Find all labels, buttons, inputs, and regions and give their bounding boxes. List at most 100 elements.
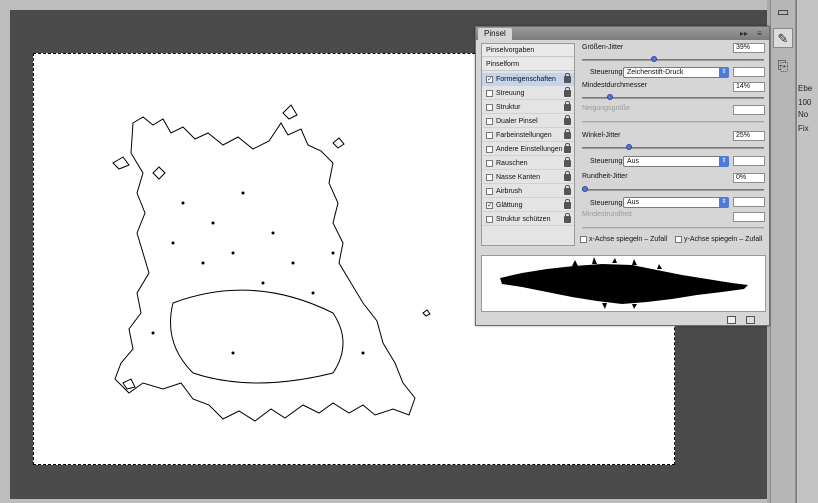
control-2-field[interactable] xyxy=(733,156,765,166)
lock-icon[interactable] xyxy=(564,185,571,195)
list-item-label: Struktur schützen xyxy=(496,216,551,223)
tab-brush[interactable]: Pinsel xyxy=(478,28,512,40)
control-label: Steuerung: xyxy=(590,69,625,76)
checkbox-icon[interactable] xyxy=(486,118,493,125)
chevron-down-icon: ⇕ xyxy=(719,197,729,208)
min-diameter-label: Mindestdurchmesser xyxy=(582,82,647,89)
list-item-dual-brush[interactable]: Dualer Pinsel xyxy=(482,115,574,128)
list-item-shape-dynamics[interactable]: ✓ Formeigenschaften xyxy=(482,73,574,86)
lock-icon[interactable] xyxy=(564,199,571,209)
flip-x-label: x-Achse spiegeln – Zufall xyxy=(589,236,668,243)
control-select-2-value: Aus xyxy=(627,158,640,165)
control-select-1[interactable]: Zeichenstift-Druck ⇕ xyxy=(623,67,729,78)
control-1-field[interactable] xyxy=(733,67,765,77)
lock-icon[interactable] xyxy=(564,115,571,125)
list-item-label: Rauschen xyxy=(496,160,528,167)
list-item-smoothing[interactable]: ✓ Glättung xyxy=(482,199,574,212)
brush-stroke-preview xyxy=(481,255,766,312)
min-diameter-field[interactable]: 14% xyxy=(733,82,765,92)
chevron-down-icon: ⇕ xyxy=(719,67,729,78)
list-item-color-dynamics[interactable]: Farbeinstellungen xyxy=(482,129,574,142)
checkbox-icon[interactable] xyxy=(486,160,493,167)
list-item-other-dynamics[interactable]: Andere Einstellungen xyxy=(482,143,574,156)
trash-icon[interactable] xyxy=(746,316,755,324)
checkbox-icon[interactable] xyxy=(486,90,493,97)
control-3-field[interactable] xyxy=(733,197,765,207)
control-select-2[interactable]: Aus ⇕ xyxy=(623,156,729,167)
list-item-protect-texture[interactable]: Struktur schützen xyxy=(482,213,574,226)
panel-tabbar xyxy=(476,27,769,40)
layers-panel-edge xyxy=(796,0,818,503)
checkbox-icon[interactable] xyxy=(486,188,493,195)
list-item-label: Dualer Pinsel xyxy=(496,118,538,125)
tilt-scale-field[interactable] xyxy=(733,105,765,115)
clone-source-icon[interactable]: ⎘ xyxy=(773,56,793,76)
lock-icon[interactable] xyxy=(564,143,571,153)
side-label-zoom: 100 xyxy=(798,98,812,107)
min-roundness-slider[interactable] xyxy=(582,227,764,229)
list-item-noise[interactable]: Rauschen xyxy=(482,157,574,170)
size-jitter-label: Größen-Jitter xyxy=(582,44,624,51)
list-header-tip-shape[interactable]: Pinselform xyxy=(482,58,574,71)
flip-y-label: y-Achse spiegeln – Zufall xyxy=(684,236,763,243)
side-label-mode[interactable]: No xyxy=(798,110,808,119)
lock-icon[interactable] xyxy=(564,101,571,111)
list-item-airbrush[interactable]: Airbrush xyxy=(482,185,574,198)
checkbox-icon[interactable] xyxy=(486,174,493,181)
brush-panel: Pinsel ▸▸ ≡ Pinselvorgaben Pinselform ✓ … xyxy=(475,26,770,326)
list-item-label: Glättung xyxy=(496,202,523,209)
angle-jitter-label: Winkel-Jitter xyxy=(582,132,621,139)
flip-x-checkbox[interactable] xyxy=(580,236,587,243)
lock-icon[interactable] xyxy=(564,213,571,223)
flip-y-checkbox[interactable] xyxy=(675,236,682,243)
list-item-label: Streuung xyxy=(496,90,525,97)
list-item-scattering[interactable]: Streuung xyxy=(482,87,574,100)
control-select-1-value: Zeichenstift-Druck xyxy=(627,69,684,76)
control-label-2: Steuerung: xyxy=(590,158,625,165)
brush-settings-list: Pinselvorgaben Pinselform ✓ Formeigensch… xyxy=(481,43,575,246)
size-jitter-knob[interactable] xyxy=(650,56,657,62)
side-label-fix: Fix xyxy=(798,124,809,133)
tilt-scale-slider[interactable] xyxy=(582,121,764,123)
control-select-3[interactable]: Aus ⇕ xyxy=(623,197,729,208)
angle-jitter-slider[interactable] xyxy=(582,147,764,149)
list-item-label: Struktur xyxy=(496,104,521,111)
roundness-jitter-slider[interactable] xyxy=(582,189,764,191)
size-jitter-field[interactable]: 39% xyxy=(733,43,765,53)
panel-toggle-icon[interactable]: ▭ xyxy=(773,2,793,22)
min-diameter-knob[interactable] xyxy=(606,94,613,100)
checkbox-icon[interactable] xyxy=(486,216,493,223)
list-item-label: Nasse Kanten xyxy=(496,174,540,181)
list-header-presets[interactable]: Pinselvorgaben xyxy=(482,44,574,57)
lock-icon[interactable] xyxy=(564,87,571,97)
list-item-label: Farbeinstellungen xyxy=(496,132,552,139)
size-jitter-slider[interactable] xyxy=(582,59,764,61)
brush-tool-icon[interactable]: ✎ xyxy=(773,28,793,48)
list-item-label: Formeigenschaften xyxy=(496,76,556,83)
roundness-jitter-field[interactable]: 0% xyxy=(733,173,765,183)
roundness-jitter-knob[interactable] xyxy=(582,186,588,192)
checkbox-icon[interactable]: ✓ xyxy=(486,202,493,209)
list-item-wet-edges[interactable]: Nasse Kanten xyxy=(482,171,574,184)
stroke-preview-graphic xyxy=(500,257,748,309)
angle-jitter-field[interactable]: 25% xyxy=(733,131,765,141)
control-select-3-value: Aus xyxy=(627,199,640,206)
lock-icon[interactable] xyxy=(564,171,571,181)
checkbox-icon[interactable] xyxy=(486,132,493,139)
side-label-layers: Ebe xyxy=(798,84,813,93)
list-item-texture[interactable]: Struktur xyxy=(482,101,574,114)
panel-menu-icon[interactable]: ≡ xyxy=(757,28,762,39)
new-brush-icon[interactable] xyxy=(727,316,736,324)
lock-icon[interactable] xyxy=(564,73,571,83)
angle-jitter-knob[interactable] xyxy=(626,144,632,150)
checkbox-icon[interactable] xyxy=(486,104,493,111)
lock-icon[interactable] xyxy=(564,129,571,139)
checkbox-icon[interactable]: ✓ xyxy=(486,76,493,83)
collapse-icon[interactable]: ▸▸ xyxy=(740,28,748,39)
chevron-down-icon: ⇕ xyxy=(719,156,729,167)
checkbox-icon[interactable] xyxy=(486,146,493,153)
control-label-3: Steuerung: xyxy=(590,200,625,207)
list-item-label: Airbrush xyxy=(496,188,523,195)
min-roundness-field[interactable] xyxy=(733,212,765,222)
lock-icon[interactable] xyxy=(564,157,571,167)
